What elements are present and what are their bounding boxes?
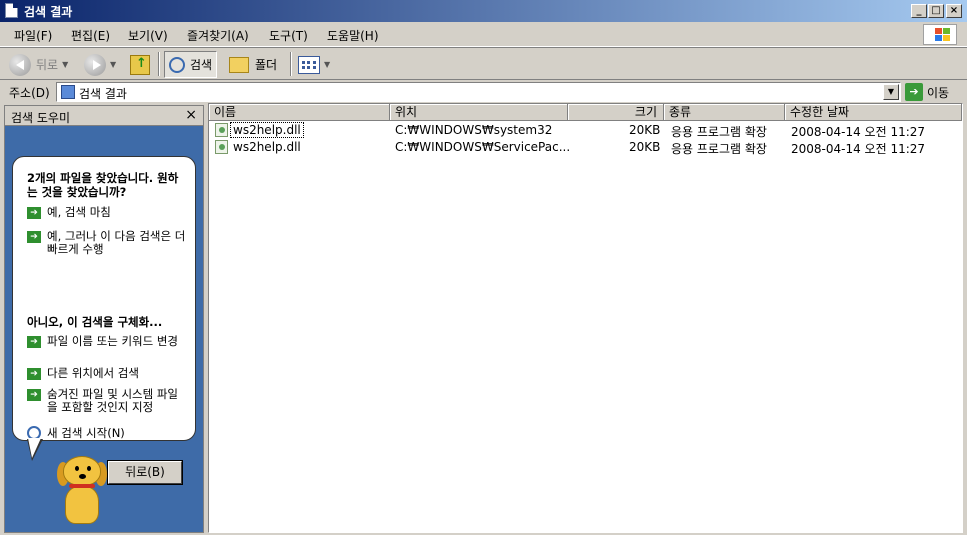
folders-button[interactable]: 폴더 (229, 51, 277, 78)
address-label: 주소(D) (9, 86, 50, 100)
results-found-text: 2개의 파일을 찾았습니다. 원하는 것을 찾았습니까? (27, 171, 179, 199)
menu-help[interactable]: 도움말(H) (327, 27, 379, 44)
chevron-down-icon[interactable]: ▼ (62, 60, 68, 69)
window-title: 검색 결과 (24, 5, 73, 19)
file-location: C:₩WINDOWS₩system32 (395, 123, 553, 137)
file-size: 20KB (629, 140, 661, 154)
search-button[interactable]: 검색 (164, 51, 218, 78)
go-arrow-icon: ➔ (905, 83, 923, 101)
go-label: 이동 (927, 85, 950, 100)
arrow-right-icon: ➔ (27, 368, 41, 380)
address-value: 검색 결과 (79, 87, 127, 101)
go-button[interactable]: ➔ 이동 (905, 83, 949, 101)
pane-title: 검색 도우미 (11, 111, 71, 125)
chevron-down-icon[interactable]: ▼ (324, 60, 330, 69)
file-location: C:₩WINDOWS₩ServicePac... (395, 140, 571, 154)
toolbar-separator (290, 52, 292, 76)
table-row[interactable]: ws2help.dll C:₩WINDOWS₩system32 20KB 응용 … (209, 122, 962, 139)
speech-bubble: 2개의 파일을 찾았습니다. 원하는 것을 찾았습니까? ➔ 예, 검색 마침 … (12, 156, 196, 485)
toolbar-separator (158, 52, 160, 76)
search-icon (169, 56, 185, 73)
menu-view[interactable]: 보기(V) (128, 27, 168, 44)
search-dog-icon[interactable] (53, 456, 113, 528)
menu-file[interactable]: 파일(F) (14, 27, 52, 44)
option-other-location[interactable]: ➔ 다른 위치에서 검색 (27, 367, 187, 380)
file-modified: 2008-04-14 오전 11:27 (791, 125, 926, 139)
option-yes-finish[interactable]: ➔ 예, 검색 마침 (27, 206, 187, 219)
menu-tools[interactable]: 도구(T) (269, 27, 308, 44)
column-location[interactable]: 위치 (390, 104, 568, 121)
arrow-right-icon: ➔ (27, 207, 41, 219)
forward-button[interactable]: ▼ (84, 51, 116, 78)
chevron-down-icon[interactable]: ▼ (110, 60, 116, 69)
option-other-location-label: 다른 위치에서 검색 (47, 366, 139, 380)
search-companion-pane: 검색 도우미 × 2개의 파일을 찾았습니다. 원하는 것을 찾았습니까? ➔ … (4, 105, 204, 533)
arrow-right-icon: ➔ (27, 231, 41, 243)
option-yes-faster[interactable]: ➔ 예, 그러나 이 다음 검색은 더 빠르게 수행 (27, 230, 187, 256)
column-type[interactable]: 종류 (664, 104, 785, 121)
up-folder-button[interactable]: ↑ (130, 51, 150, 78)
back-button[interactable]: 뒤로 ▼ (9, 51, 68, 78)
option-yes-finish-label: 예, 검색 마침 (47, 205, 111, 219)
back-arrow-icon (9, 53, 31, 76)
close-button[interactable]: × (946, 4, 962, 18)
search-label: 검색 (190, 58, 213, 72)
assistant-back-button[interactable]: 뒤로(B) (107, 460, 183, 485)
arrow-right-icon: ➔ (27, 389, 41, 401)
new-search-label: 새 검색 시작(N) (47, 426, 125, 440)
address-dropdown-button[interactable]: ▼ (883, 84, 899, 100)
window-icon (5, 3, 18, 18)
folders-label: 폴더 (255, 58, 278, 72)
maximize-button[interactable]: □ (928, 4, 944, 18)
table-row[interactable]: ws2help.dll C:₩WINDOWS₩ServicePac... 20K… (209, 139, 962, 156)
file-type: 응용 프로그램 확장 (671, 142, 767, 156)
file-type: 응용 프로그램 확장 (671, 125, 767, 139)
up-folder-icon: ↑ (130, 54, 150, 75)
dll-file-icon (215, 123, 228, 137)
column-modified[interactable]: 수정한 날짜 (785, 104, 962, 121)
option-change-name-label: 파일 이름 또는 키워드 변경 (47, 334, 179, 348)
toolbar: 뒤로 ▼ ▼ ↑ 검색 폴더 ▼ (0, 47, 967, 80)
close-pane-icon[interactable]: × (185, 107, 197, 123)
refine-heading: 아니오, 이 검색을 구체화... (27, 315, 163, 329)
title-bar: 검색 결과 _ □ × (0, 0, 967, 22)
file-modified: 2008-04-14 오전 11:27 (791, 142, 926, 156)
results-list: 이름 위치 크기 종류 수정한 날짜 ws2help.dll C:₩WINDOW… (208, 103, 963, 533)
column-header: 이름 위치 크기 종류 수정한 날짜 (209, 104, 962, 121)
arrow-right-icon: ➔ (27, 336, 41, 348)
menu-bar: 파일(F) 편집(E) 보기(V) 즐겨찾기(A) 도구(T) 도움말(H) (0, 22, 967, 47)
back-label: 뒤로 (36, 58, 59, 72)
address-bar: 주소(D) 검색 결과 ▼ ➔ 이동 (0, 80, 967, 103)
menu-favorites[interactable]: 즐겨찾기(A) (187, 27, 249, 44)
address-input[interactable]: 검색 결과 ▼ (56, 82, 901, 102)
option-hidden-files[interactable]: ➔ 숨겨진 파일 및 시스템 파일을 포함할 것인지 지정 (27, 388, 187, 414)
folder-icon (229, 56, 249, 73)
dll-file-icon (215, 140, 228, 154)
file-name: ws2help.dll (233, 140, 301, 154)
option-change-name[interactable]: ➔ 파일 이름 또는 키워드 변경 (27, 335, 187, 348)
search-results-icon (61, 85, 75, 99)
column-name[interactable]: 이름 (209, 104, 390, 121)
menu-edit[interactable]: 편집(E) (71, 27, 110, 44)
column-size[interactable]: 크기 (568, 104, 664, 121)
views-icon (298, 55, 320, 74)
option-hidden-files-label: 숨겨진 파일 및 시스템 파일을 포함할 것인지 지정 (47, 387, 179, 414)
pane-header: 검색 도우미 × (5, 106, 203, 126)
views-button[interactable]: ▼ (298, 51, 330, 78)
file-size: 20KB (629, 123, 661, 137)
minimize-button[interactable]: _ (911, 4, 927, 18)
option-yes-faster-label: 예, 그러나 이 다음 검색은 더 빠르게 수행 (47, 229, 186, 256)
windows-logo-icon (923, 24, 957, 45)
forward-arrow-icon (84, 53, 106, 76)
file-name: ws2help.dll (230, 122, 304, 138)
